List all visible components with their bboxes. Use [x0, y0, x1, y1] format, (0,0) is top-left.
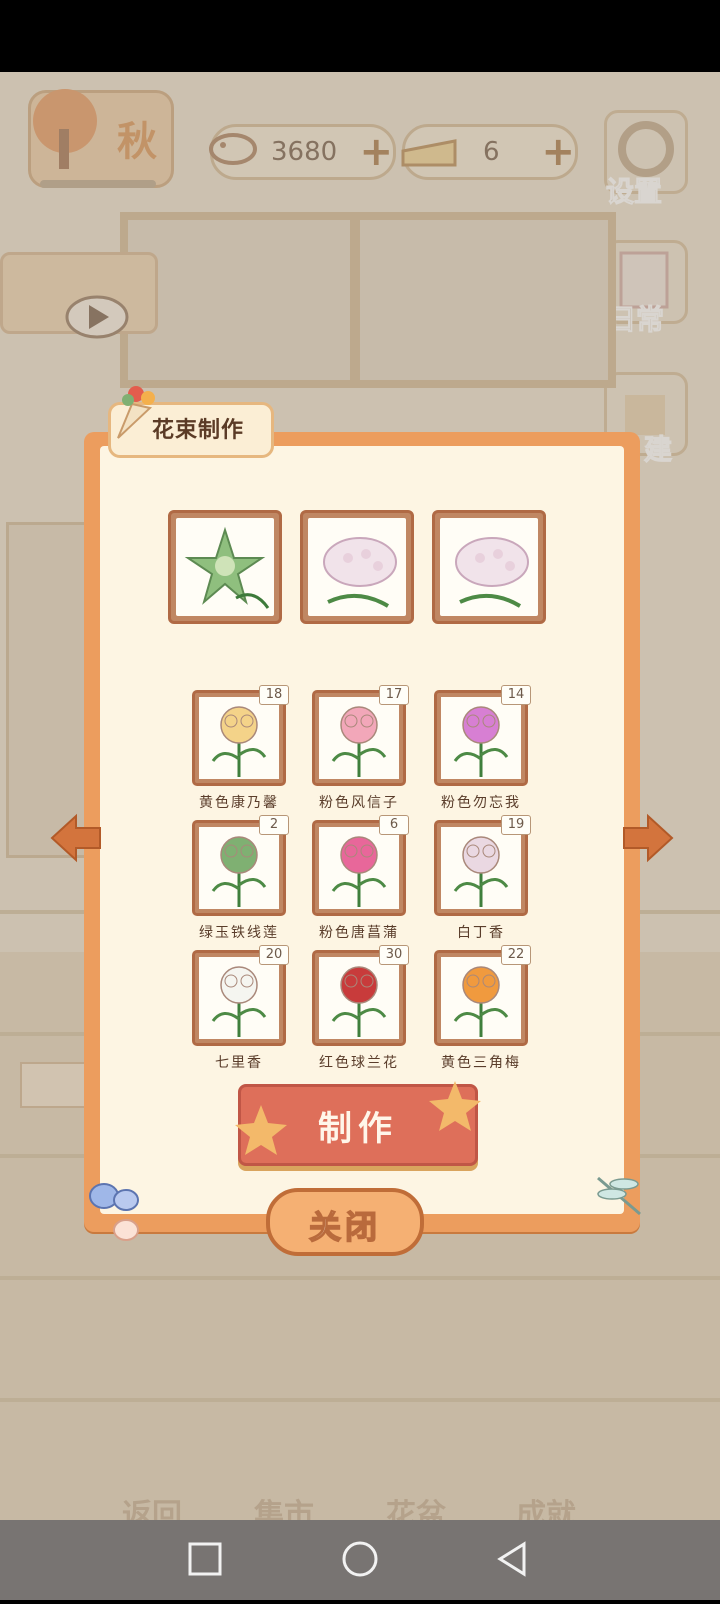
selected-slot-3[interactable] — [432, 510, 546, 624]
flower-count-badge: 18 — [259, 685, 289, 705]
flower-name: 七里香 — [215, 1055, 263, 1071]
flower-count-badge: 14 — [501, 685, 531, 705]
flower-card-image — [319, 957, 399, 1039]
flower-name: 粉色风信子 — [319, 795, 399, 811]
close-button-label: 关闭 — [308, 1207, 381, 1247]
flower-count-badge: 2 — [259, 815, 289, 835]
lilac-flower-icon — [455, 537, 529, 608]
flower-count-badge: 20 — [259, 945, 289, 965]
flower-card-image — [319, 827, 399, 909]
flower-name: 红色球兰花 — [319, 1055, 399, 1071]
flower-card-image — [441, 957, 521, 1039]
flower-card[interactable]: 6 — [312, 815, 409, 916]
home-icon — [342, 1541, 378, 1577]
close-button[interactable]: 关闭 — [266, 1188, 424, 1256]
flower-icon — [453, 966, 509, 1037]
status-bar — [0, 0, 720, 72]
clematis-flower-icon — [184, 526, 270, 609]
system-nav-bar — [0, 1520, 720, 1600]
flower-count-badge: 30 — [379, 945, 409, 965]
flower-icon — [453, 706, 509, 777]
flower-card[interactable]: 20 — [192, 945, 289, 1046]
flower-card-image — [199, 697, 279, 779]
prev-page-arrow[interactable] — [46, 808, 106, 868]
recents-icon — [188, 1542, 222, 1576]
flower-card-image — [199, 957, 279, 1039]
flower-name: 白丁香 — [457, 925, 505, 941]
flower-name: 黄色康乃馨 — [199, 795, 279, 811]
next-page-arrow[interactable] — [618, 808, 678, 868]
flower-name: 粉色勿忘我 — [441, 795, 521, 811]
flower-card[interactable]: 22 — [434, 945, 531, 1046]
flower-card[interactable]: 18 — [192, 685, 289, 786]
flower-card-image — [441, 827, 521, 909]
flower-card[interactable]: 30 — [312, 945, 409, 1046]
flower-card-image — [319, 697, 399, 779]
flower-icon — [331, 706, 387, 777]
flower-name: 黄色三角梅 — [441, 1055, 521, 1071]
flower-name: 粉色唐菖蒲 — [319, 925, 399, 941]
flower-count-badge: 22 — [501, 945, 531, 965]
flower-card-image — [199, 827, 279, 909]
flower-icon — [331, 836, 387, 907]
flower-icon — [211, 706, 267, 777]
flower-icon — [211, 836, 267, 907]
selected-slot-2[interactable] — [300, 510, 414, 624]
flower-icon — [453, 836, 509, 907]
flower-icon — [331, 966, 387, 1037]
make-button[interactable]: 制作 — [235, 1081, 481, 1166]
back-icon — [497, 1541, 526, 1577]
system-nav-icons — [188, 1541, 526, 1577]
panel-title: 花束制作 — [152, 418, 245, 443]
lilac-flower-icon — [323, 537, 397, 608]
selected-slot-1[interactable] — [168, 510, 282, 624]
flower-card[interactable]: 2 — [192, 815, 289, 916]
dragonfly-icon — [597, 1176, 641, 1216]
make-button-label: 制作 — [318, 1109, 398, 1149]
flower-name: 绿玉铁线莲 — [199, 925, 279, 941]
flower-card[interactable]: 19 — [434, 815, 531, 916]
flower-icon — [211, 966, 267, 1037]
flower-count-badge: 17 — [379, 685, 409, 705]
flower-count-badge: 6 — [379, 815, 409, 835]
flower-count-badge: 19 — [501, 815, 531, 835]
butterfly-icon — [89, 1183, 139, 1241]
flower-card[interactable]: 17 — [312, 685, 409, 786]
flower-card[interactable]: 14 — [434, 685, 531, 786]
flower-card-image — [441, 697, 521, 779]
